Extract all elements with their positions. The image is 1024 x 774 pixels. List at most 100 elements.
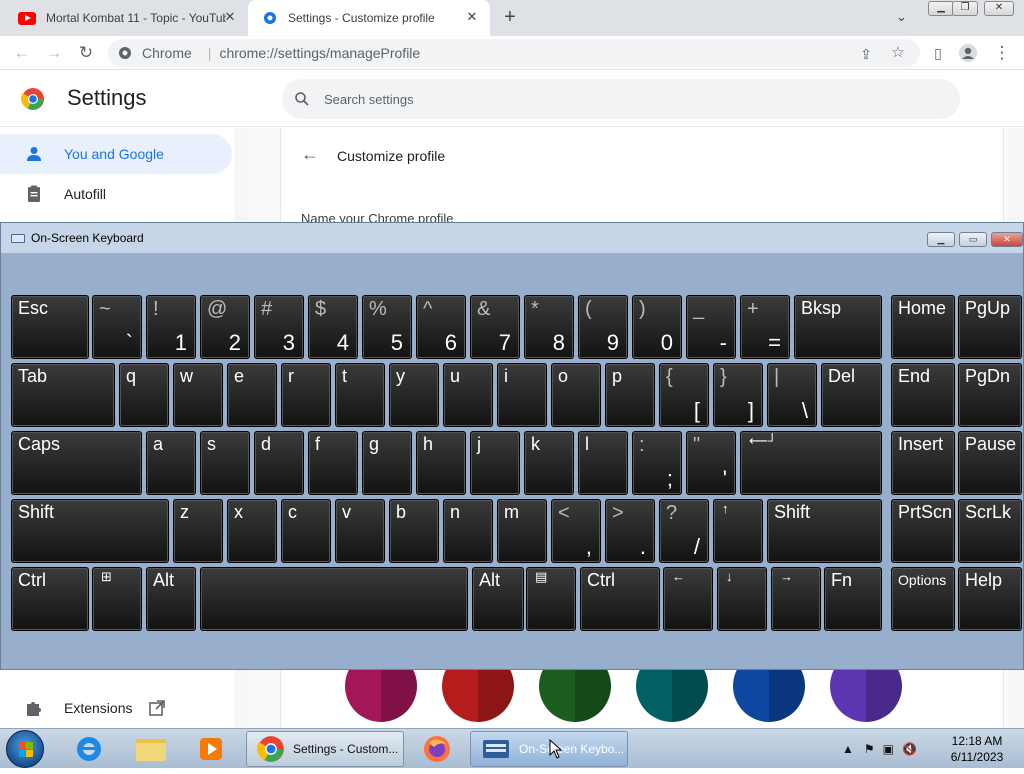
key-tab[interactable]: Tab (11, 363, 115, 427)
volume-muted-icon[interactable]: 🔇 (902, 742, 917, 756)
key-enter[interactable]: ⟵┘ (740, 431, 882, 495)
key-left-ctrl[interactable]: Ctrl (11, 567, 89, 631)
key-n[interactable]: n (443, 499, 493, 563)
key-h[interactable]: h (416, 431, 466, 495)
key-comma[interactable]: <, (551, 499, 601, 563)
key-page-down[interactable]: PgDn (958, 363, 1022, 427)
key-backtick[interactable]: ~ ` (92, 295, 142, 359)
key-backslash[interactable]: | \ (767, 363, 817, 427)
key-s[interactable]: s (200, 431, 250, 495)
side-panel-icon[interactable]: ▯ (928, 43, 948, 63)
osk-close-button[interactable]: ✕ (991, 232, 1023, 247)
internet-explorer-icon[interactable] (66, 731, 112, 767)
key-z[interactable]: z (173, 499, 223, 563)
key-esc[interactable]: Esc (11, 295, 89, 359)
osk-minimize-button[interactable]: ▁ (927, 232, 955, 247)
back-arrow-icon[interactable]: ← (301, 144, 319, 165)
network-icon[interactable]: ▣ (883, 742, 894, 756)
key-m[interactable]: m (497, 499, 547, 563)
reload-button[interactable]: ↻ (76, 43, 96, 63)
key-t[interactable]: t (335, 363, 385, 427)
key-pause[interactable]: Pause (958, 431, 1022, 495)
profile-avatar-icon[interactable] (958, 43, 978, 63)
key-equals[interactable]: + = (740, 295, 790, 359)
osk-title-bar[interactable]: On-Screen Keyboard (1, 223, 1023, 253)
key-windows[interactable]: ⊞ (92, 567, 142, 631)
key-backspace[interactable]: Bksp (794, 295, 882, 359)
key-i[interactable]: i (497, 363, 547, 427)
sidebar-item-extensions[interactable]: Extensions (0, 688, 232, 728)
sidebar-item-you-and-google[interactable]: You and Google (0, 134, 232, 174)
key-x[interactable]: x (227, 499, 277, 563)
key-9[interactable]: (9 (578, 295, 628, 359)
key-w[interactable]: w (173, 363, 223, 427)
key-f[interactable]: f (308, 431, 358, 495)
key-right-shift[interactable]: Shift (767, 499, 882, 563)
key-left-alt[interactable]: Alt (146, 567, 196, 631)
key-quote[interactable]: " ' (686, 431, 736, 495)
key-scroll-lock[interactable]: ScrLk (958, 499, 1022, 563)
new-tab-button[interactable]: + (500, 7, 520, 28)
key-l[interactable]: l (578, 431, 628, 495)
key-c[interactable]: c (281, 499, 331, 563)
maximize-window-button[interactable]: ❐ (952, 1, 978, 16)
key-minus[interactable]: _ - (686, 295, 736, 359)
key-left-shift[interactable]: Shift (11, 499, 169, 563)
tab-settings[interactable]: Settings - Customize profile ✕ (248, 0, 490, 36)
back-button[interactable]: ← (12, 43, 32, 63)
show-hidden-icons-icon[interactable]: ▲ (842, 742, 854, 756)
key-r[interactable]: r (281, 363, 331, 427)
menu-kebab-icon[interactable]: ⋮ (992, 43, 1012, 63)
forward-button[interactable]: → (44, 43, 64, 63)
key-q[interactable]: q (119, 363, 169, 427)
key-g[interactable]: g (362, 431, 412, 495)
key-space[interactable] (200, 567, 468, 631)
search-settings-input[interactable]: Search settings (282, 79, 960, 119)
key-4[interactable]: $4 (308, 295, 358, 359)
firefox-icon[interactable] (414, 731, 460, 767)
osk-maximize-button[interactable]: ▭ (959, 232, 987, 247)
key-y[interactable]: y (389, 363, 439, 427)
key-right-arrow[interactable]: → (771, 567, 821, 631)
bookmark-star-icon[interactable]: ☆ (888, 43, 908, 63)
key-6[interactable]: ^ 6 (416, 295, 466, 359)
action-center-flag-icon[interactable]: ⚑ (864, 742, 875, 756)
key-k[interactable]: k (524, 431, 574, 495)
key-e[interactable]: e (227, 363, 277, 427)
key-b[interactable]: b (389, 499, 439, 563)
key-d[interactable]: d (254, 431, 304, 495)
key-j[interactable]: j (470, 431, 520, 495)
key-1[interactable]: ! 1 (146, 295, 196, 359)
key-up-arrow[interactable]: ↑ (713, 499, 763, 563)
key-home[interactable]: Home (891, 295, 955, 359)
key-semicolon[interactable]: :; (632, 431, 682, 495)
key-caps-lock[interactable]: Caps (11, 431, 142, 495)
tab-youtube[interactable]: Mortal Kombat 11 - Topic - YouTube ✕ (4, 0, 248, 36)
key-page-up[interactable]: PgUp (958, 295, 1022, 359)
key-2[interactable]: @2 (200, 295, 250, 359)
media-player-icon[interactable] (188, 731, 234, 767)
key-down-arrow[interactable]: ↓ (717, 567, 767, 631)
key-help[interactable]: Help (958, 567, 1022, 631)
key-5[interactable]: % 5 (362, 295, 412, 359)
key-left-bracket[interactable]: {[ (659, 363, 709, 427)
tab-search-chevron-icon[interactable]: ⌄ (896, 9, 907, 25)
key-0[interactable]: ) 0 (632, 295, 682, 359)
share-icon[interactable]: ⇪ (856, 44, 876, 64)
key-fn[interactable]: Fn (824, 567, 882, 631)
key-options[interactable]: Options (891, 567, 955, 631)
key-8[interactable]: * 8 (524, 295, 574, 359)
key-right-ctrl[interactable]: Ctrl (580, 567, 660, 631)
close-tab-icon[interactable]: ✕ (222, 9, 238, 25)
key-period[interactable]: >. (605, 499, 655, 563)
key-right-alt[interactable]: Alt (472, 567, 524, 631)
key-o[interactable]: o (551, 363, 601, 427)
key-v[interactable]: v (335, 499, 385, 563)
key-p[interactable]: p (605, 363, 655, 427)
close-window-button[interactable]: ✕ (984, 1, 1014, 16)
close-tab-icon[interactable]: ✕ (464, 9, 480, 25)
key-3[interactable]: #3 (254, 295, 304, 359)
sidebar-item-autofill[interactable]: Autofill (0, 174, 232, 214)
key-slash[interactable]: ? / (659, 499, 709, 563)
key-end[interactable]: End (891, 363, 955, 427)
